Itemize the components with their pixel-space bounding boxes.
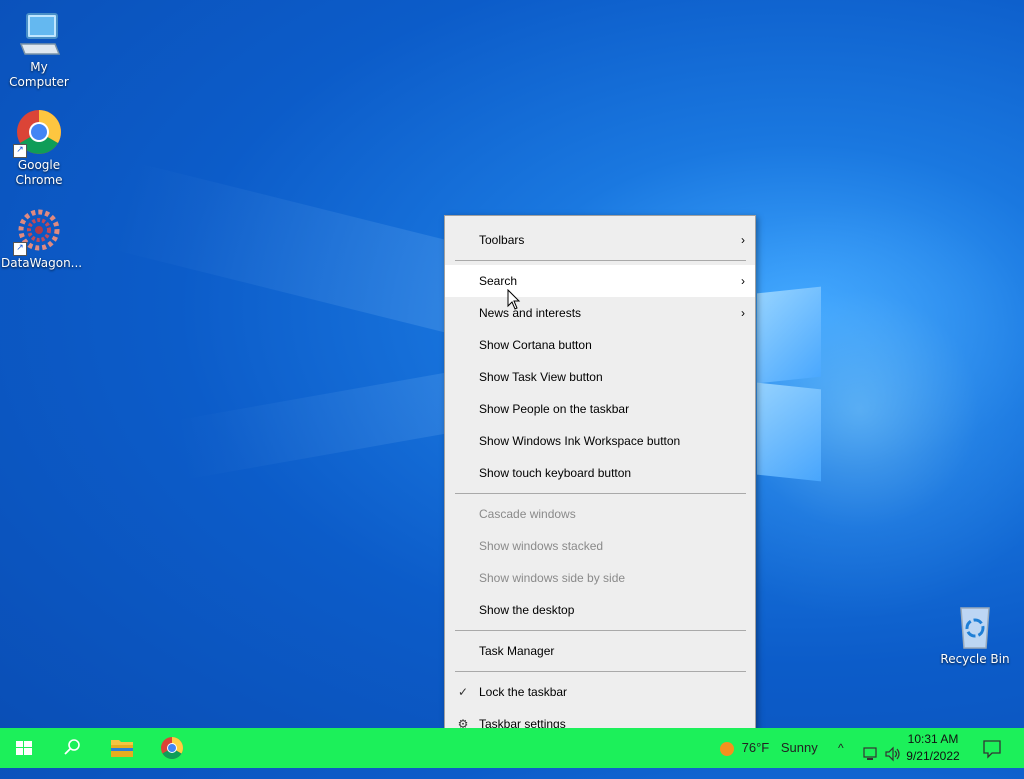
menu-item-label: Cascade windows (479, 507, 576, 521)
weather-condition: Sunny (780, 740, 818, 755)
checkmark-icon: ✓ (457, 685, 469, 699)
menu-separator (455, 260, 746, 261)
menu-separator (455, 493, 746, 494)
menu-separator (455, 671, 746, 672)
shortcut-arrow-icon: ↗ (13, 144, 27, 158)
start-button[interactable] (0, 728, 48, 768)
chevron-right-icon: › (741, 274, 745, 288)
menu-item-toolbars[interactable]: Toolbars › (445, 224, 755, 256)
menu-item-show-windows-ink[interactable]: Show Windows Ink Workspace button (445, 425, 755, 457)
menu-item-label: Show the desktop (479, 603, 575, 617)
menu-item-cascade-windows: Cascade windows (445, 498, 755, 530)
menu-item-show-the-desktop[interactable]: Show the desktop (445, 594, 755, 626)
weather-widget[interactable]: 76°F Sunny (720, 728, 818, 768)
menu-item-label: Show Windows Ink Workspace button (479, 434, 681, 448)
menu-item-label: News and interests (479, 306, 582, 320)
menu-item-label: Show windows stacked (479, 539, 604, 553)
desktop-icon-my-computer[interactable]: My Computer (1, 10, 77, 90)
recycle-bin-icon (951, 602, 999, 650)
menu-item-label: Lock the taskbar (479, 685, 568, 699)
menu-separator (455, 630, 746, 631)
shortcut-arrow-icon: ↗ (13, 242, 27, 256)
desktop-icon-datawagon[interactable]: ↗ DataWagon... (1, 206, 83, 271)
chrome-icon: ↗ (13, 108, 63, 158)
show-hidden-icons-button[interactable]: ^ (838, 728, 844, 768)
folder-icon (111, 740, 133, 757)
clock-date: 9/21/2022 (906, 749, 960, 763)
search-button[interactable] (48, 728, 96, 768)
chrome-icon (161, 737, 183, 759)
menu-item-label: Toolbars (479, 233, 525, 247)
menu-item-search[interactable]: Search › (445, 265, 755, 297)
menu-item-label: Search (479, 274, 518, 288)
chevron-up-icon: ^ (838, 741, 844, 755)
desktop-icon-label: Recycle Bin (940, 652, 1010, 666)
chevron-right-icon: › (741, 306, 745, 320)
search-icon (64, 739, 80, 755)
menu-item-show-touch-keyboard[interactable]: Show touch keyboard button (445, 457, 755, 489)
menu-item-label: Show Cortana button (479, 338, 592, 352)
notification-icon (983, 740, 1001, 759)
menu-item-label: Show windows side by side (479, 571, 626, 585)
sun-icon (720, 741, 734, 756)
weather-temperature: 76°F (741, 740, 770, 755)
menu-item-label: Show touch keyboard button (479, 466, 632, 480)
datawagon-icon: ↗ (13, 206, 63, 256)
desktop-icon-google-chrome[interactable]: ↗ Google Chrome (1, 108, 77, 188)
menu-item-lock-the-taskbar[interactable]: ✓ Lock the taskbar (445, 676, 755, 708)
desktop-icon-label: Google Chrome (15, 158, 63, 187)
menu-item-show-windows-stacked: Show windows stacked (445, 530, 755, 562)
taskbar: 76°F Sunny ^ 10:31 AM 9/21/2022 (0, 728, 1024, 768)
mouse-cursor-icon (507, 288, 521, 314)
taskbar-file-explorer[interactable] (98, 728, 146, 768)
windows-start-icon (16, 741, 32, 755)
network-icon[interactable] (862, 739, 880, 779)
clock-time: 10:31 AM (907, 732, 959, 746)
menu-item-news-and-interests[interactable]: News and interests › (445, 297, 755, 329)
taskbar-context-menu: Toolbars › Search › News and interests ›… (444, 215, 756, 746)
action-center-button[interactable] (972, 728, 1012, 768)
menu-item-show-people[interactable]: Show People on the taskbar (445, 393, 755, 425)
menu-item-label: Show People on the taskbar (479, 402, 630, 416)
menu-item-task-manager[interactable]: Task Manager (445, 635, 755, 667)
desktop-icon-recycle-bin[interactable]: Recycle Bin (937, 602, 1013, 667)
menu-item-show-task-view-button[interactable]: Show Task View button (445, 361, 755, 393)
taskbar-chrome[interactable] (148, 728, 196, 768)
menu-item-label: Task Manager (479, 644, 555, 658)
computer-icon (15, 10, 63, 58)
taskbar-clock[interactable]: 10:31 AM 9/21/2022 (898, 731, 968, 765)
menu-item-label: Show Task View button (479, 370, 603, 384)
desktop-icon-label: My Computer (9, 60, 69, 89)
menu-item-show-cortana-button[interactable]: Show Cortana button (445, 329, 755, 361)
chevron-right-icon: › (741, 233, 745, 247)
menu-item-show-windows-side-by-side: Show windows side by side (445, 562, 755, 594)
desktop-icon-label: DataWagon... (1, 256, 83, 270)
